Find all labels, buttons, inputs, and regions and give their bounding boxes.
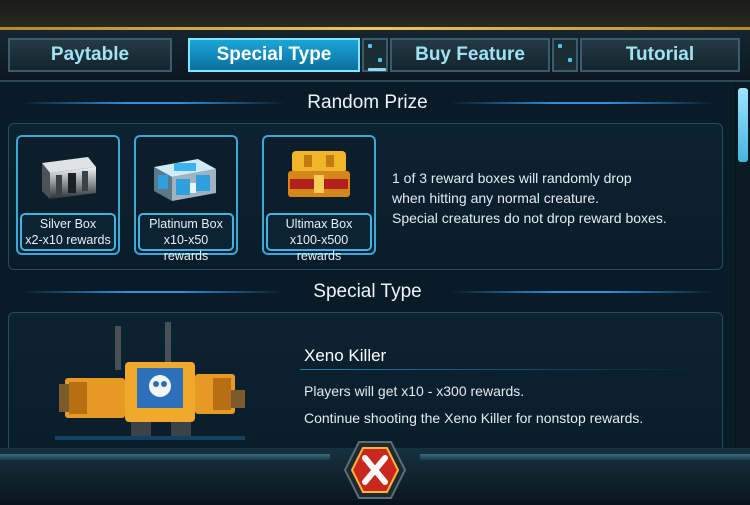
- description-line: 1 of 3 reward boxes will randomly drop: [392, 170, 632, 186]
- special-type-title: Special Type: [313, 281, 422, 302]
- silver-box-rewards: x2-x10 rewards: [25, 233, 111, 247]
- ultimax-box-card: Ultimax Box x100-x500 rewards: [262, 135, 376, 263]
- silver-box-card: Silver Box x2-x10 rewards: [16, 135, 120, 255]
- ultimax-box-name: Ultimax Box: [285, 217, 353, 231]
- close-icon: [343, 441, 407, 499]
- tab-tutorial[interactable]: Tutorial: [580, 38, 740, 72]
- tab-buy-feature-label: Buy Feature: [415, 44, 525, 65]
- scrollbar[interactable]: [736, 82, 750, 452]
- platinum-box-icon: [154, 159, 216, 201]
- description-line: Continue shooting the Xeno Killer for no…: [304, 410, 644, 426]
- ultimax-box-rewards: x100-x500 rewards: [289, 233, 349, 263]
- close-button[interactable]: [343, 440, 407, 500]
- bottom-rail: [420, 454, 750, 460]
- scroll-thumb[interactable]: [738, 88, 748, 162]
- platinum-box-card: Platinum Box x10-x50 rewards: [134, 135, 238, 263]
- silver-box-label: Silver Box x2-x10 rewards: [20, 213, 116, 251]
- tab-divider-icon: [362, 38, 388, 72]
- bottom-rail: [0, 454, 330, 460]
- xeno-killer-underline: [300, 369, 705, 370]
- xeno-killer-name: Xeno Killer: [304, 346, 387, 365]
- xeno-killer-description: Players will get x10 - x300 rewards. Con…: [304, 378, 643, 432]
- tab-paytable-label: Paytable: [50, 44, 130, 65]
- platinum-box-rewards: x10-x50 rewards: [163, 233, 209, 263]
- silver-box-icon: [42, 157, 96, 199]
- random-prize-title: Random Prize: [307, 92, 428, 113]
- top-frame: [0, 0, 750, 30]
- xeno-killer-icon: [55, 322, 245, 440]
- silver-box-name: Silver Box: [39, 217, 97, 231]
- platinum-box-name: Platinum Box: [149, 217, 223, 231]
- tab-tutorial-label: Tutorial: [625, 44, 695, 65]
- tab-bar: Paytable Special Type Buy Feature Tutori…: [0, 30, 750, 82]
- tab-divider-icon: [552, 38, 578, 72]
- tab-special-type[interactable]: Special Type: [188, 38, 360, 72]
- tab-paytable[interactable]: Paytable: [8, 38, 172, 72]
- ultimax-box-label: Ultimax Box x100-x500 rewards: [266, 213, 372, 263]
- description-line: Players will get x10 - x300 rewards.: [304, 383, 525, 399]
- random-prize-description: 1 of 3 reward boxes will randomly drop w…: [392, 168, 667, 228]
- description-line: Special creatures do not drop reward box…: [392, 210, 667, 226]
- ultimax-box-icon: [288, 151, 350, 197]
- description-line: when hitting any normal creature.: [392, 190, 599, 206]
- tab-special-type-label: Special Type: [216, 44, 332, 65]
- tab-buy-feature[interactable]: Buy Feature: [390, 38, 550, 72]
- platinum-box-label: Platinum Box x10-x50 rewards: [138, 213, 234, 263]
- active-tab-indicator: [368, 68, 386, 71]
